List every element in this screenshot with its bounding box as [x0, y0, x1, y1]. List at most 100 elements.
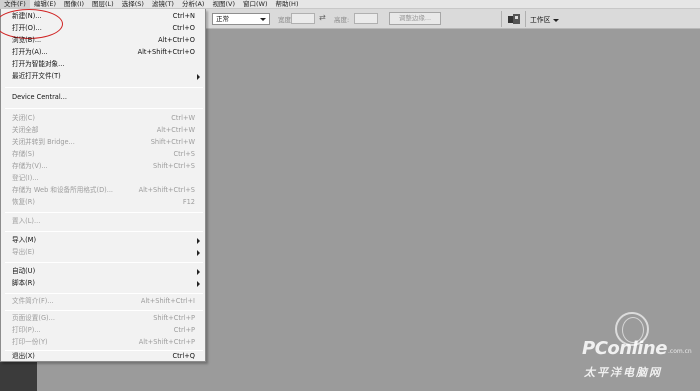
tools-panel-edge	[0, 362, 37, 391]
menu-item-label: 导入(M)	[12, 236, 37, 244]
menu-item-shortcut: Alt+Ctrl+O	[158, 36, 195, 44]
menu-separator	[5, 87, 203, 88]
menu-item-label: 自动(U)	[12, 267, 36, 275]
menu-select[interactable]: 选择(S)	[118, 0, 148, 8]
submenu-arrow-icon	[197, 238, 200, 244]
menu-item-open[interactable]: 打开(O)... Ctrl+O	[1, 23, 205, 34]
menu-item-label: 浏览(B)...	[12, 36, 42, 44]
menu-item-label: 页面设置(G)...	[12, 314, 55, 322]
menu-item-label: 打印一份(Y)	[12, 338, 48, 346]
menu-item-shortcut: Alt+Shift+Ctrl+O	[137, 48, 195, 56]
menu-item-import[interactable]: 导入(M)	[1, 235, 205, 246]
menu-item-label: 关闭并转到 Bridge...	[12, 138, 75, 146]
watermark-domain: .com.cn	[668, 348, 692, 355]
chevron-down-icon	[553, 18, 560, 22]
menu-item-shortcut: Ctrl+S	[173, 150, 195, 158]
menu-item-save[interactable]: 存储(S) Ctrl+S	[1, 149, 205, 160]
options-bar: 正常 宽度: ⇄ 高度: 调整边缘... 工作区	[206, 9, 700, 29]
watermark-brand: PConline	[582, 338, 667, 359]
menu-item-print-one-copy[interactable]: 打印一份(Y) Alt+Shift+Ctrl+P	[1, 337, 205, 348]
menu-item-label: 恢复(R)	[12, 198, 35, 206]
menu-item-shortcut: Alt+Ctrl+W	[156, 126, 195, 134]
menu-item-close[interactable]: 关闭(C) Ctrl+W	[1, 113, 205, 124]
divider	[525, 11, 526, 27]
menu-item-label: 存储为(V)...	[12, 162, 48, 170]
menu-item-label: 关闭全部	[12, 126, 39, 134]
menu-item-new[interactable]: 新建(N)... Ctrl+N	[0, 9, 205, 39]
menu-analysis[interactable]: 分析(A)	[178, 0, 209, 8]
menu-item-save-as[interactable]: 存储为(V)... Shift+Ctrl+S	[1, 161, 205, 172]
menu-item-place[interactable]: 置入(L)...	[1, 216, 205, 227]
menu-item-label: 关闭(C)	[12, 114, 35, 122]
menu-separator	[5, 231, 203, 232]
menu-item-shortcut: Ctrl+P	[173, 326, 195, 334]
mode-select-value: 正常	[216, 15, 229, 23]
submenu-arrow-icon	[197, 281, 200, 287]
menu-item-close-all[interactable]: 关闭全部 Alt+Ctrl+W	[1, 125, 205, 136]
bridge-icon[interactable]	[508, 14, 520, 24]
menu-item-export[interactable]: 导出(E)	[1, 247, 205, 258]
menu-item-shortcut: Shift+Ctrl+P	[153, 314, 195, 322]
menu-item-shortcut: Alt+Shift+Ctrl+S	[138, 186, 195, 194]
height-label: 高度:	[334, 16, 350, 24]
menu-layer[interactable]: 图层(L)	[88, 0, 118, 8]
menu-item-shortcut: Ctrl+Q	[172, 352, 195, 360]
swap-icon[interactable]: ⇄	[319, 13, 326, 22]
menu-item-shortcut: Alt+Shift+Ctrl+I	[140, 297, 195, 305]
submenu-arrow-icon	[197, 74, 200, 80]
menu-item-open-as[interactable]: 打开为(A)... Alt+Shift+Ctrl+O	[1, 47, 205, 58]
menu-item-label: 存储为 Web 和设备所用格式(D)...	[12, 186, 114, 194]
menu-item-open-smart-object[interactable]: 打开为智能对象...	[1, 59, 205, 70]
workspace-label: 工作区	[530, 16, 551, 24]
menu-item-label: 最近打开文件(T)	[12, 72, 61, 80]
menu-item-file-info[interactable]: 文件简介(F)... Alt+Shift+Ctrl+I	[1, 296, 205, 307]
menu-filter[interactable]: 滤镜(T)	[148, 0, 178, 8]
menu-item-label: 导出(E)	[12, 248, 35, 256]
workspace-button[interactable]: 工作区	[530, 14, 560, 24]
pconline-watermark: PConline .com.cn 太平洋电脑网	[580, 312, 692, 384]
menu-item-exit[interactable]: 退出(X) Ctrl+Q	[1, 351, 205, 362]
menu-item-automate[interactable]: 自动(U)	[1, 266, 205, 277]
width-field[interactable]	[291, 13, 315, 24]
menu-window[interactable]: 窗口(W)	[239, 0, 272, 8]
menu-separator	[5, 310, 203, 311]
menu-separator	[5, 262, 203, 263]
menu-item-device-central[interactable]: Device Central...	[1, 92, 205, 103]
menu-item-shortcut: Ctrl+W	[171, 114, 195, 122]
divider	[501, 11, 502, 27]
menu-item-shortcut: Ctrl+O	[172, 24, 195, 32]
menu-item-label: 打印(P)...	[12, 326, 41, 334]
menu-item-label: 退出(X)	[12, 352, 35, 360]
menu-item-recent-files[interactable]: 最近打开文件(T)	[1, 71, 205, 82]
menu-file[interactable]: 文件(F)	[0, 0, 30, 8]
menu-item-revert[interactable]: 恢复(R) F12	[1, 197, 205, 208]
menu-item-close-go-bridge[interactable]: 关闭并转到 Bridge... Shift+Ctrl+W	[1, 137, 205, 148]
menu-item-label: Device Central...	[12, 93, 67, 101]
menu-item-scripts[interactable]: 脚本(R)	[1, 278, 205, 289]
menu-item-label: 打开(O)...	[12, 24, 42, 32]
menu-view[interactable]: 视图(V)	[208, 0, 239, 8]
menu-item-browse[interactable]: 浏览(B)... Alt+Ctrl+O	[1, 35, 205, 46]
watermark-cn-name: 太平洋电脑网	[584, 366, 662, 379]
chevron-down-icon	[260, 18, 266, 21]
menu-item-check-in[interactable]: 登记(I)...	[1, 173, 205, 184]
mode-select[interactable]: 正常	[212, 13, 270, 25]
menu-item-page-setup[interactable]: 页面设置(G)... Shift+Ctrl+P	[1, 313, 205, 324]
menu-item-shortcut: Alt+Shift+Ctrl+P	[138, 338, 195, 346]
menu-edit[interactable]: 编辑(E)	[30, 0, 60, 8]
menu-item-shortcut: Ctrl+N	[172, 12, 195, 20]
refine-edge-button[interactable]: 调整边缘...	[389, 12, 441, 25]
menu-item-shortcut: F12	[182, 198, 195, 206]
file-menu: 新建(N)... Ctrl+N 打开(O)... Ctrl+O 浏览(B)...…	[0, 9, 206, 362]
menubar: 文件(F) 编辑(E) 图像(I) 图层(L) 选择(S) 滤镜(T) 分析(A…	[0, 0, 700, 9]
submenu-arrow-icon	[197, 250, 200, 256]
menu-image[interactable]: 图像(I)	[60, 0, 88, 8]
menu-item-shortcut: Shift+Ctrl+W	[150, 138, 195, 146]
menu-help[interactable]: 帮助(H)	[272, 0, 303, 8]
height-field[interactable]	[354, 13, 378, 24]
menu-item-label: 存储(S)	[12, 150, 35, 158]
menu-item-print[interactable]: 打印(P)... Ctrl+P	[1, 325, 205, 336]
menu-separator	[5, 212, 203, 213]
menu-item-save-for-web[interactable]: 存储为 Web 和设备所用格式(D)... Alt+Shift+Ctrl+S	[1, 185, 205, 196]
menu-item-label: 文件简介(F)...	[12, 297, 54, 305]
